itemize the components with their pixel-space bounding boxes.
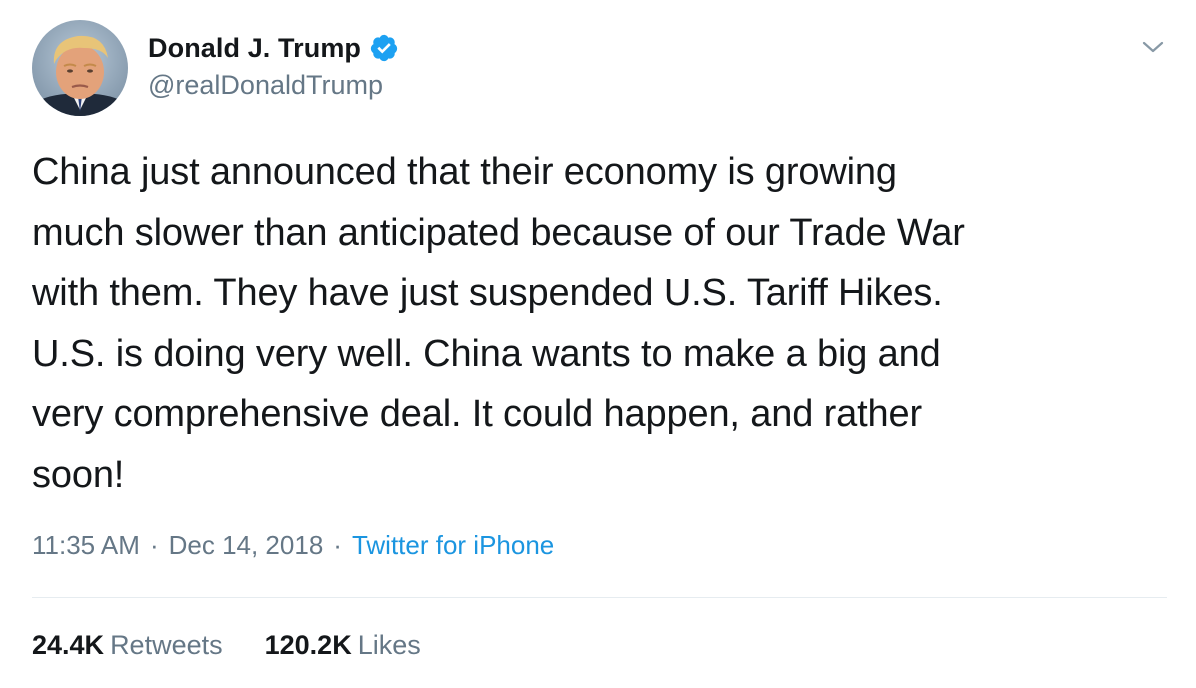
avatar[interactable]: [32, 20, 128, 116]
likes-label: Likes: [357, 630, 421, 660]
tweet-card: Donald J. Trump @realDonaldTrump China j…: [0, 0, 1196, 688]
author-name-row[interactable]: Donald J. Trump: [148, 30, 399, 66]
tweet-text-line: much slower than anticipated because of …: [32, 211, 965, 254]
meta-separator: ·: [149, 530, 159, 560]
chevron-down-icon[interactable]: [1140, 34, 1166, 60]
meta-separator: ·: [333, 530, 342, 560]
tweet-date[interactable]: Dec 14, 2018: [169, 530, 324, 560]
verified-badge-icon: [369, 33, 399, 63]
tweet-text-line: with them. They have just suspended U.S.…: [32, 272, 943, 314]
tweet-stats: 24.4K Retweets 120.2K Likes: [32, 630, 421, 661]
tweet-text-line: China just announced that their economy …: [32, 151, 897, 193]
retweets-label: Retweets: [110, 630, 223, 660]
tweet-text-line: U.S. is doing very well. China wants to …: [32, 332, 941, 375]
divider: [32, 597, 1167, 598]
avatar-image: [32, 20, 128, 116]
likes-stat[interactable]: 120.2K Likes: [265, 630, 421, 661]
display-name[interactable]: Donald J. Trump: [148, 33, 361, 64]
likes-count: 120.2K: [264, 630, 352, 660]
author-handle[interactable]: @realDonaldTrump: [148, 70, 383, 101]
retweets-stat[interactable]: 24.4K Retweets: [32, 630, 223, 661]
tweet-text-line: soon!: [32, 453, 125, 496]
tweet-metadata: 11:35 AM · Dec 14, 2018 · Twitter for iPhone: [32, 530, 554, 561]
retweets-count: 24.4K: [32, 630, 105, 660]
tweet-text: China just announced that their economy …: [32, 142, 1152, 505]
tweet-source-link[interactable]: Twitter for iPhone: [352, 530, 554, 560]
tweet-timestamp[interactable]: 11:35 AM: [32, 530, 140, 560]
tweet-text-line: very comprehensive deal. It could happen…: [32, 393, 922, 435]
